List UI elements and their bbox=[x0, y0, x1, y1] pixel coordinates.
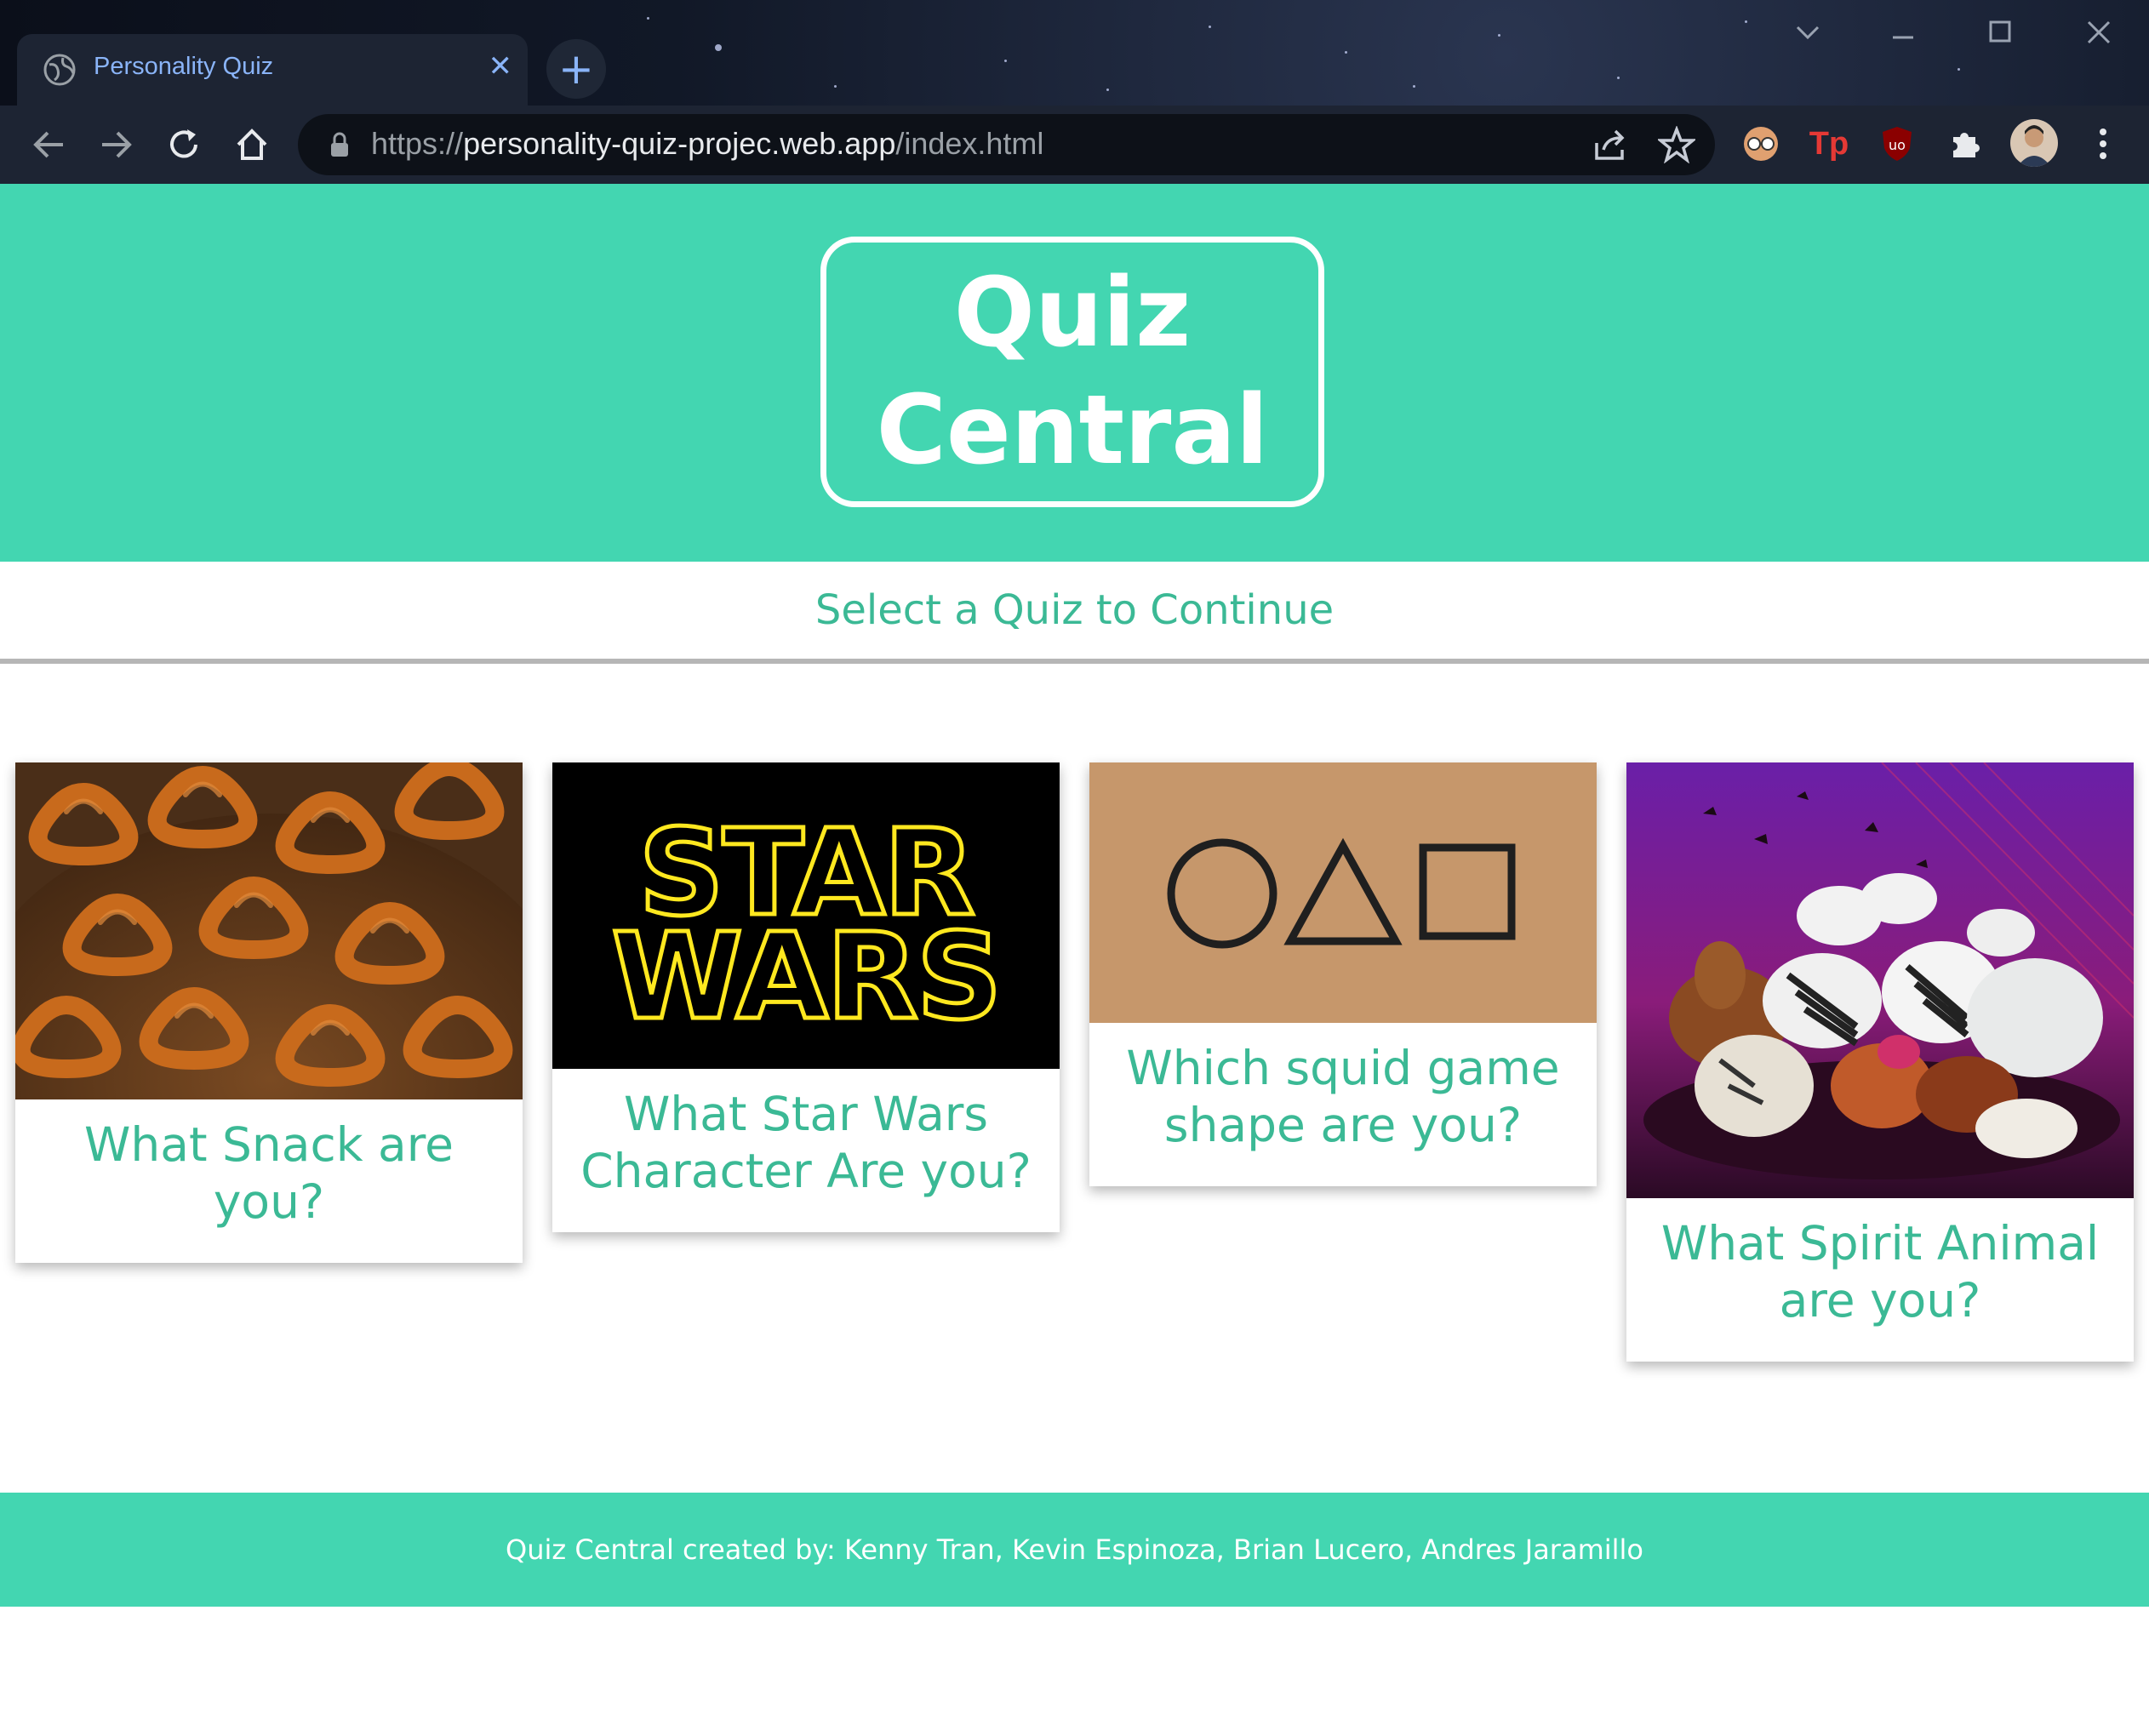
star-icon[interactable] bbox=[1656, 125, 1697, 172]
site-logo[interactable]: Quiz Central bbox=[820, 237, 1324, 507]
address-bar[interactable]: https://personality-quiz-projec.web.app/… bbox=[298, 114, 1715, 175]
new-tab-button[interactable]: + bbox=[546, 39, 606, 99]
avatar[interactable] bbox=[2010, 119, 2058, 167]
quiz-title[interactable]: What Snack are you? bbox=[15, 1099, 523, 1263]
lock-icon[interactable] bbox=[329, 131, 351, 162]
logo-line-1: Quiz bbox=[953, 258, 1192, 368]
quiz-card-snack[interactable]: What Snack are you? bbox=[15, 762, 523, 1263]
browser-toolbar: https://personality-quiz-projec.web.app/… bbox=[0, 106, 2149, 184]
quiz-title[interactable]: What Star Wars Character Are you? bbox=[552, 1069, 1060, 1232]
quiz-title[interactable]: What Spirit Animal are you? bbox=[1626, 1198, 2134, 1362]
svg-text:uo: uo bbox=[1889, 137, 1906, 153]
url-text[interactable]: https://personality-quiz-projec.web.app/… bbox=[371, 126, 1043, 162]
browser-chrome: Personality Quiz ✕ + https://personality… bbox=[0, 0, 2149, 184]
glasses-extension-icon[interactable] bbox=[1740, 123, 1782, 165]
kebab-menu-icon[interactable] bbox=[2082, 123, 2124, 165]
star-wars-logo-image[interactable]: STAR WARS bbox=[552, 762, 1060, 1069]
tab-title: Personality Quiz bbox=[94, 53, 274, 80]
maximize-icon[interactable] bbox=[1986, 15, 2014, 57]
minimize-icon[interactable] bbox=[1889, 15, 1917, 57]
squid-game-shapes-image[interactable] bbox=[1089, 762, 1597, 1023]
quiz-card-squid-game[interactable]: Which squid game shape are you? bbox=[1089, 762, 1597, 1186]
quiz-title[interactable]: Which squid game shape are you? bbox=[1089, 1023, 1597, 1186]
reload-icon[interactable] bbox=[165, 126, 203, 173]
back-arrow-icon[interactable] bbox=[31, 126, 68, 173]
svg-text:WARS: WARS bbox=[611, 908, 1000, 1047]
puzzle-icon[interactable] bbox=[1944, 123, 1986, 165]
site-footer: Quiz Central created by: Kenny Tran, Kev… bbox=[0, 1493, 2149, 1607]
ublock-shield-icon[interactable]: uo bbox=[1876, 123, 1918, 165]
divider bbox=[0, 659, 2149, 664]
site-header: Quiz Central bbox=[0, 184, 2149, 562]
close-icon[interactable]: ✕ bbox=[489, 49, 513, 83]
logo-line-2: Central bbox=[876, 375, 1269, 486]
animals-group-image[interactable] bbox=[1626, 762, 2134, 1198]
home-icon[interactable] bbox=[233, 126, 271, 173]
globe-icon bbox=[43, 53, 77, 90]
tp-extension-icon[interactable]: Tp bbox=[1808, 123, 1850, 165]
share-icon[interactable] bbox=[1592, 126, 1629, 172]
quiz-card-spirit-animal[interactable]: What Spirit Animal are you? bbox=[1626, 762, 2134, 1362]
browser-tab[interactable]: Personality Quiz ✕ bbox=[17, 34, 528, 106]
forward-arrow-icon[interactable] bbox=[97, 126, 134, 173]
pretzels-image[interactable] bbox=[15, 762, 523, 1099]
window-close-icon[interactable] bbox=[2085, 15, 2112, 57]
quiz-card-star-wars[interactable]: STAR WARS What Star Wars Character Are y… bbox=[552, 762, 1060, 1232]
chevron-down-icon[interactable] bbox=[1794, 15, 1821, 57]
page-subtitle: Select a Quiz to Continue bbox=[0, 562, 2149, 659]
